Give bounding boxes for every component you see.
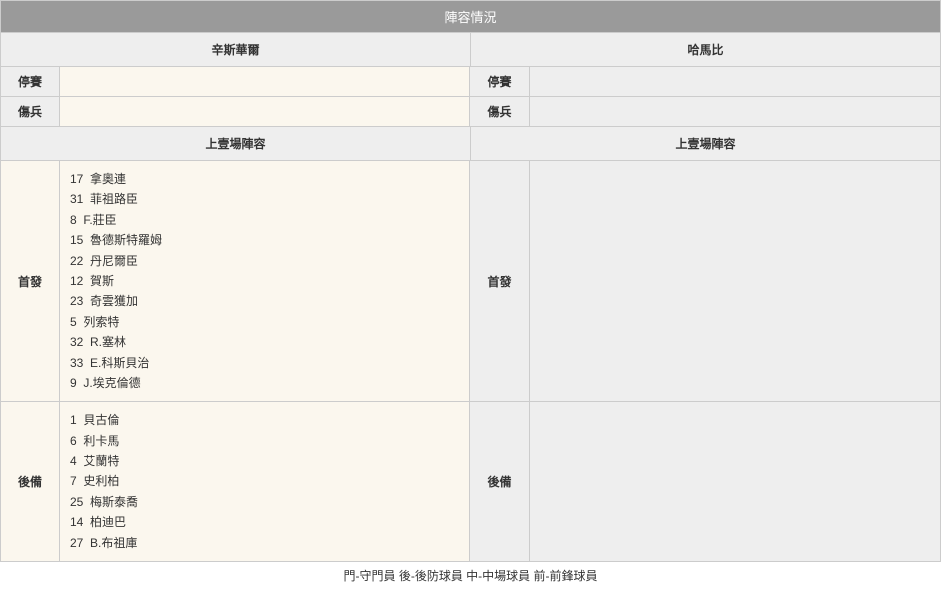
injured-label-left: 傷兵: [0, 97, 60, 127]
player-row: 6 利卡馬: [70, 431, 459, 451]
player-row: 27 B.布祖庫: [70, 533, 459, 553]
table-title: 陣容情況: [0, 0, 941, 33]
player-row: 23 奇雲獲加: [70, 291, 459, 311]
suspended-value-right: [530, 67, 941, 97]
player-row: 15 魯德斯特羅姆: [70, 230, 459, 250]
starting-label-left: 首發: [0, 161, 60, 402]
player-row: 25 梅斯泰喬: [70, 492, 459, 512]
player-row: 32 R.塞林: [70, 332, 459, 352]
player-row: 33 E.科斯貝治: [70, 353, 459, 373]
subs-list-left: 1 貝古倫6 利卡馬4 艾蘭特7 史利柏25 梅斯泰喬14 柏迪巴27 B.布祖…: [60, 402, 470, 562]
player-row: 14 柏迪巴: [70, 512, 459, 532]
subs-label-right: 後備: [470, 402, 530, 562]
starting-list-right: [530, 161, 941, 402]
player-row: 12 賀斯: [70, 271, 459, 291]
suspended-value-left: [60, 67, 470, 97]
last-lineup-header-right: 上壹場陣容: [470, 127, 941, 161]
player-row: 7 史利柏: [70, 471, 459, 491]
player-row: 4 艾蘭特: [70, 451, 459, 471]
team-left-header: 辛斯華爾: [0, 33, 470, 67]
player-row: 9 J.埃克倫德: [70, 373, 459, 393]
last-lineup-header-left: 上壹場陣容: [0, 127, 470, 161]
subs-list-right: [530, 402, 941, 562]
player-row: 5 列索特: [70, 312, 459, 332]
player-row: 22 丹尼爾臣: [70, 251, 459, 271]
subs-label-left: 後備: [0, 402, 60, 562]
legend-text: 門-守門員 後-後防球員 中-中場球員 前-前鋒球員: [0, 562, 941, 589]
injured-value-right: [530, 97, 941, 127]
starting-list-left: 17 拿奧連31 菲祖路臣8 F.莊臣15 魯德斯特羅姆22 丹尼爾臣12 賀斯…: [60, 161, 470, 402]
injured-value-left: [60, 97, 470, 127]
player-row: 31 菲祖路臣: [70, 189, 459, 209]
suspended-label-right: 停賽: [470, 67, 530, 97]
lineup-table: 陣容情況 辛斯華爾 哈馬比 停賽 停賽 傷兵 傷兵 上壹場陣容 上壹場陣容 首發…: [0, 0, 941, 589]
starting-label-right: 首發: [470, 161, 530, 402]
suspended-label-left: 停賽: [0, 67, 60, 97]
team-right-header: 哈馬比: [470, 33, 941, 67]
player-row: 1 貝古倫: [70, 410, 459, 430]
injured-label-right: 傷兵: [470, 97, 530, 127]
player-row: 17 拿奧連: [70, 169, 459, 189]
player-row: 8 F.莊臣: [70, 210, 459, 230]
